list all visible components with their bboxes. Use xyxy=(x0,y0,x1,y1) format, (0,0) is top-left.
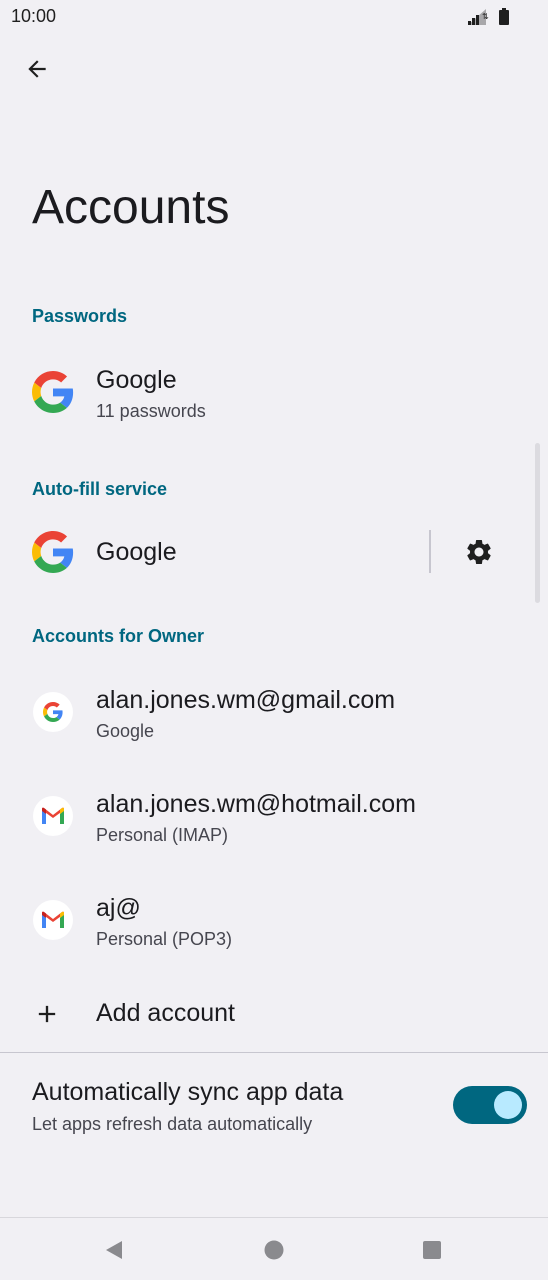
account-email: alan.jones.wm@gmail.com xyxy=(96,686,396,714)
google-icon xyxy=(32,371,74,413)
section-header-accounts: Accounts for Owner xyxy=(32,626,205,646)
add-account-label: Add account xyxy=(96,999,235,1027)
google-icon xyxy=(33,692,73,732)
circle-home-icon xyxy=(264,1240,284,1260)
gear-icon xyxy=(467,540,491,564)
nav-home-button[interactable] xyxy=(258,1234,290,1266)
auto-sync-toggle[interactable] xyxy=(453,1086,527,1124)
toggle-knob xyxy=(494,1091,522,1119)
navigation-bar xyxy=(0,1217,548,1280)
status-bar: 10:00 ⇅ xyxy=(0,0,548,34)
row-title: Google xyxy=(96,538,177,566)
nav-recents-button[interactable] xyxy=(416,1234,448,1266)
account-row-gmail-google[interactable]: alan.jones.wm@gmail.com Google xyxy=(0,670,548,756)
account-email: alan.jones.wm@hotmail.com xyxy=(96,790,416,818)
scrollbar[interactable] xyxy=(535,443,540,603)
signal-icon: ⇅ xyxy=(468,9,489,25)
account-type: Google xyxy=(96,721,155,741)
account-email: aj@ xyxy=(96,894,141,922)
gmail-icon xyxy=(33,796,73,836)
nav-back-button[interactable] xyxy=(98,1234,130,1266)
add-icon xyxy=(38,1005,56,1023)
status-icons: ⇅ xyxy=(468,8,509,25)
svg-text:⇅: ⇅ xyxy=(482,12,489,21)
vertical-divider xyxy=(429,530,431,573)
account-row-hotmail[interactable]: alan.jones.wm@hotmail.com Personal (IMAP… xyxy=(0,774,548,860)
add-account-button[interactable]: Add account xyxy=(0,982,548,1046)
row-subtitle: 11 passwords xyxy=(96,401,206,421)
section-divider xyxy=(0,1052,548,1053)
account-type: Personal (POP3) xyxy=(96,929,233,949)
google-icon xyxy=(32,531,74,573)
battery-icon xyxy=(499,8,509,25)
square-recents-icon xyxy=(423,1241,441,1259)
row-title: Google xyxy=(96,366,177,394)
account-row-pop3[interactable]: aj@ Personal (POP3) xyxy=(0,878,548,964)
sync-subtitle: Let apps refresh data automatically xyxy=(32,1114,313,1134)
gmail-icon xyxy=(33,900,73,940)
account-type: Personal (IMAP) xyxy=(96,825,229,845)
section-header-autofill: Auto-fill service xyxy=(32,479,168,499)
status-time: 10:00 xyxy=(11,6,57,26)
section-header-passwords: Passwords xyxy=(32,306,128,326)
autofill-settings-button[interactable] xyxy=(459,532,499,572)
triangle-back-icon xyxy=(106,1241,122,1259)
arrow-back-icon xyxy=(28,60,46,78)
page-title: Accounts xyxy=(32,181,230,234)
sync-title: Automatically sync app data xyxy=(32,1078,344,1106)
back-button[interactable] xyxy=(17,49,57,89)
passwords-google-row[interactable]: Google 11 passwords xyxy=(0,352,548,434)
